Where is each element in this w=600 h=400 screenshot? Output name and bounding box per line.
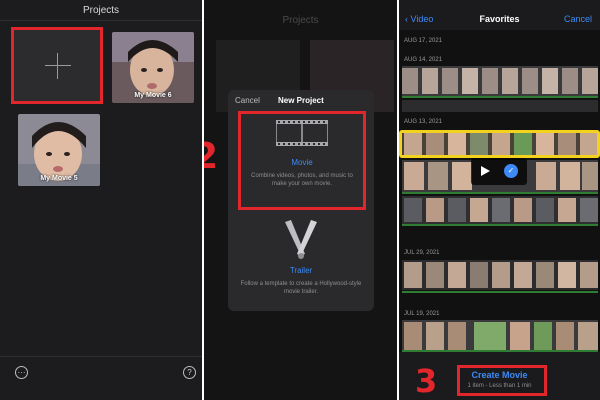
project-title: My Movie 5 (40, 175, 78, 182)
highlight-box-new-project (11, 27, 103, 104)
dialog-title: New Project (278, 96, 324, 105)
divider (0, 356, 202, 357)
checkmark-icon[interactable]: ✓ (504, 164, 518, 178)
selected-clip-frame[interactable] (399, 130, 600, 158)
date-header: AUG 14, 2021 (404, 57, 443, 63)
timeline-bar (402, 96, 598, 98)
new-project-dialog: Cancel New Project Movie Combine videos,… (228, 90, 374, 311)
highlight-box-movie (238, 111, 366, 210)
preview-controls: ✓ (471, 158, 527, 185)
page-title: Projects (282, 15, 319, 26)
video-thumbnail-strip[interactable] (402, 66, 598, 96)
project-title: My Movie 6 (134, 92, 172, 99)
project-thumbnail-my-movie-5[interactable]: My Movie 5 (18, 114, 100, 186)
spotlights-icon[interactable] (281, 220, 321, 260)
cancel-button[interactable]: Cancel (235, 96, 260, 105)
video-thumbnail-strip[interactable] (402, 196, 598, 224)
nav-bar: ‹ Video Favorites Cancel (399, 0, 600, 30)
timeline-bar (402, 291, 598, 293)
trailer-description: Follow a template to create a Hollywood-… (240, 281, 362, 295)
cancel-button[interactable]: Cancel (564, 14, 592, 24)
step-number-3: 3 (415, 362, 438, 400)
divider (0, 20, 202, 21)
question-circle-icon[interactable]: ? (183, 366, 196, 379)
new-project-screen: Projects 2 Cancel New Project Movie Comb… (204, 0, 397, 400)
play-icon[interactable] (481, 166, 490, 176)
trailer-label[interactable]: Trailer (228, 266, 374, 275)
highlight-box-create-movie (457, 365, 547, 396)
timeline-bar (402, 192, 598, 194)
project-thumbnail-my-movie-6[interactable]: My Movie 6 (112, 32, 194, 103)
video-thumbnail-strip[interactable] (402, 320, 598, 352)
video-thumbnail-strip[interactable] (402, 100, 598, 112)
projects-screen: Projects 1 My Movie 6 My Movie 5 (0, 0, 202, 400)
date-header: AUG 17, 2021 (404, 38, 443, 44)
date-header: AUG 13, 2021 (404, 119, 443, 125)
favorites-screen: ‹ Video Favorites Cancel AUG 17, 2021 AU… (399, 0, 600, 400)
step-number-2: 2 (204, 136, 219, 177)
timeline-bar (402, 224, 598, 226)
date-header: JUL 19, 2021 (404, 311, 440, 317)
date-header: JUL 29, 2021 (404, 250, 440, 256)
ellipsis-circle-icon[interactable]: ··· (15, 366, 28, 379)
video-thumbnail-strip[interactable] (402, 260, 598, 290)
page-title: Projects (82, 5, 120, 16)
